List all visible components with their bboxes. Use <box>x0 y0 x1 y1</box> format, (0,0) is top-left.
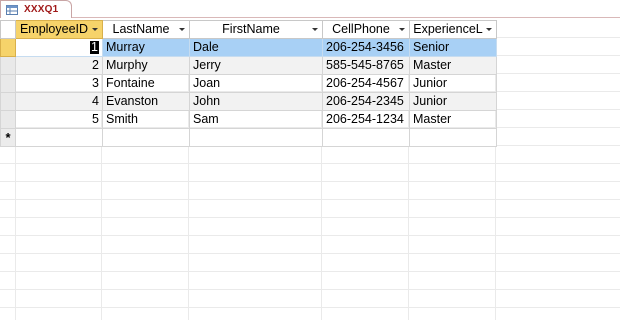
filter-dropdown-icon[interactable] <box>312 28 318 31</box>
cell-firstname[interactable]: Joan <box>189 74 323 93</box>
select-all-corner[interactable] <box>0 20 16 39</box>
document-tab-xxxq1[interactable]: XXXQ1 <box>0 0 72 18</box>
tab-title: XXXQ1 <box>24 4 59 15</box>
edit-cursor-value: 1 <box>90 40 99 54</box>
cell-cellphone[interactable]: 206-254-3456 <box>322 38 410 57</box>
cell-experiencel[interactable]: Junior <box>409 74 497 93</box>
document-tab-bar: XXXQ1 <box>0 0 620 19</box>
column-header-employeeid[interactable]: EmployeeID <box>15 20 103 39</box>
new-cell-firstname[interactable] <box>189 128 323 147</box>
filter-dropdown-icon[interactable] <box>486 28 492 31</box>
cell-lastname[interactable]: Murphy <box>102 56 190 75</box>
column-header-label: ExperienceL <box>413 22 483 36</box>
column-header-label: EmployeeID <box>19 22 89 36</box>
table-row[interactable]: 3 Fontaine Joan 206-254-4567 Junior <box>0 74 497 93</box>
cell-cellphone[interactable]: 206-254-4567 <box>322 74 410 93</box>
cell-employeeid[interactable]: 1 <box>15 38 103 57</box>
new-cell-employeeid[interactable] <box>15 128 103 147</box>
column-header-label: FirstName <box>222 22 280 36</box>
column-header-firstname[interactable]: FirstName <box>189 20 323 39</box>
table-row[interactable]: 5 Smith Sam 206-254-1234 Master <box>0 110 497 129</box>
cell-firstname[interactable]: Dale <box>189 38 323 57</box>
column-header-experiencel[interactable]: ExperienceL <box>409 20 497 39</box>
table-row[interactable]: 1 Murray Dale 206-254-3456 Senior <box>0 38 497 57</box>
table-row[interactable]: 4 Evanston John 206-254-2345 Junior <box>0 92 497 111</box>
cell-firstname[interactable]: Sam <box>189 110 323 129</box>
query-icon <box>6 5 18 15</box>
cell-firstname[interactable]: Jerry <box>189 56 323 75</box>
column-header-label: CellPhone <box>332 22 390 36</box>
datasheet-grid: EmployeeID LastName FirstName CellPhone … <box>0 20 497 147</box>
filter-dropdown-icon[interactable] <box>399 28 405 31</box>
new-cell-lastname[interactable] <box>102 128 190 147</box>
cell-experiencel[interactable]: Master <box>409 110 497 129</box>
new-cell-cellphone[interactable] <box>322 128 410 147</box>
column-header-cellphone[interactable]: CellPhone <box>322 20 410 39</box>
record-selector[interactable] <box>0 38 16 57</box>
cell-employeeid[interactable]: 2 <box>15 56 103 75</box>
cell-lastname[interactable]: Smith <box>102 110 190 129</box>
cell-employeeid[interactable]: 4 <box>15 92 103 111</box>
cell-experiencel[interactable]: Master <box>409 56 497 75</box>
cell-firstname[interactable]: John <box>189 92 323 111</box>
cell-cellphone[interactable]: 206-254-1234 <box>322 110 410 129</box>
cell-employeeid[interactable]: 3 <box>15 74 103 93</box>
record-selector[interactable] <box>0 56 16 75</box>
cell-lastname[interactable]: Fontaine <box>102 74 190 93</box>
column-header-label: LastName <box>112 22 170 36</box>
new-record-selector[interactable]: * <box>0 128 16 147</box>
header-row: EmployeeID LastName FirstName CellPhone … <box>0 20 497 39</box>
table-row[interactable]: 2 Murphy Jerry 585-545-8765 Master <box>0 56 497 75</box>
cell-cellphone[interactable]: 585-545-8765 <box>322 56 410 75</box>
new-record-row[interactable]: * <box>0 128 497 147</box>
filter-dropdown-icon[interactable] <box>92 28 98 31</box>
cell-lastname[interactable]: Murray <box>102 38 190 57</box>
tab-underline <box>72 17 620 18</box>
cell-experiencel[interactable]: Junior <box>409 92 497 111</box>
cell-experiencel[interactable]: Senior <box>409 38 497 57</box>
column-header-lastname[interactable]: LastName <box>102 20 190 39</box>
record-selector[interactable] <box>0 74 16 93</box>
record-selector[interactable] <box>0 92 16 111</box>
filter-dropdown-icon[interactable] <box>179 28 185 31</box>
cell-lastname[interactable]: Evanston <box>102 92 190 111</box>
cell-employeeid[interactable]: 5 <box>15 110 103 129</box>
new-record-marker: * <box>5 129 11 145</box>
record-selector[interactable] <box>0 110 16 129</box>
cell-cellphone[interactable]: 206-254-2345 <box>322 92 410 111</box>
new-cell-experiencel[interactable] <box>409 128 497 147</box>
